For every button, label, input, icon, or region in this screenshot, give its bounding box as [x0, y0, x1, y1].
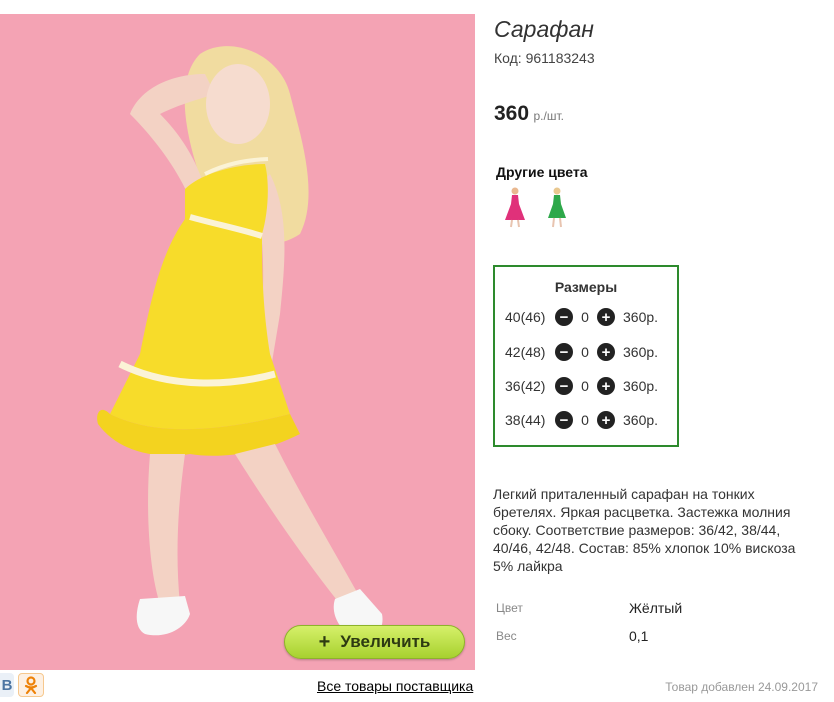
- size-quantity[interactable]: 0: [573, 412, 597, 428]
- all-supplier-products-link[interactable]: Все товары поставщика: [317, 678, 473, 694]
- minus-icon[interactable]: −: [555, 411, 573, 429]
- size-quantity[interactable]: 0: [573, 309, 597, 325]
- size-quantity[interactable]: 0: [573, 344, 597, 360]
- color-variant-green[interactable]: [542, 186, 572, 230]
- other-colors-title: Другие цвета: [496, 164, 588, 180]
- attr-weight-value: 0,1: [629, 628, 649, 644]
- size-price: 360р.: [623, 378, 659, 394]
- size-label: 36(42): [505, 378, 546, 394]
- plus-icon[interactable]: +: [597, 377, 615, 395]
- attr-color-value: Жёлтый: [629, 600, 683, 616]
- attr-weight-label: Вес: [496, 629, 517, 643]
- size-row: 38(44) − 0 + 360р.: [505, 409, 658, 431]
- plus-icon[interactable]: +: [597, 343, 615, 361]
- plus-icon: +: [318, 631, 331, 653]
- size-price: 360р.: [623, 344, 659, 360]
- sizes-panel: Размеры 40(46) − 0 + 360р. 42(48) − 0 + …: [493, 265, 679, 447]
- zoom-button[interactable]: + Увеличить: [284, 625, 465, 659]
- vk-icon[interactable]: B: [0, 673, 14, 697]
- size-row: 40(46) − 0 + 360р.: [505, 306, 658, 328]
- product-price: 360 р./шт.: [494, 102, 564, 126]
- size-label: 38(44): [505, 412, 546, 428]
- size-label: 40(46): [505, 309, 546, 325]
- added-date: Товар добавлен 24.09.2017: [665, 680, 818, 694]
- price-unit: р./шт.: [533, 109, 564, 123]
- price-value: 360: [494, 102, 530, 125]
- plus-icon[interactable]: +: [597, 411, 615, 429]
- zoom-button-label: Увеличить: [340, 632, 431, 651]
- product-description: Легкий приталенный сарафан на тонких бре…: [493, 486, 796, 574]
- odnoklassniki-logo: [24, 676, 38, 694]
- product-title: Сарафан: [494, 16, 594, 42]
- size-row: 36(42) − 0 + 360р.: [505, 375, 658, 397]
- minus-icon[interactable]: −: [555, 308, 573, 326]
- size-quantity[interactable]: 0: [573, 378, 597, 394]
- product-photo[interactable]: + Увеличить: [0, 14, 475, 670]
- dress-thumbnail-green-icon: [548, 187, 566, 228]
- other-colors-list: [500, 186, 572, 230]
- product-code: Код: 961183243: [494, 50, 595, 66]
- size-price: 360р.: [623, 412, 659, 428]
- plus-icon[interactable]: +: [597, 308, 615, 326]
- color-variant-pink[interactable]: [500, 186, 530, 230]
- attr-color-label: Цвет: [496, 601, 523, 615]
- size-row: 42(48) − 0 + 360р.: [505, 341, 658, 363]
- size-price: 360р.: [623, 309, 659, 325]
- odnoklassniki-icon[interactable]: [18, 673, 44, 697]
- social-share: B: [0, 673, 44, 697]
- dress-thumbnail-pink-icon: [505, 187, 525, 228]
- minus-icon[interactable]: −: [555, 377, 573, 395]
- size-label: 42(48): [505, 344, 546, 360]
- minus-icon[interactable]: −: [555, 343, 573, 361]
- sizes-title: Размеры: [554, 279, 618, 295]
- product-photo-image: [0, 14, 475, 670]
